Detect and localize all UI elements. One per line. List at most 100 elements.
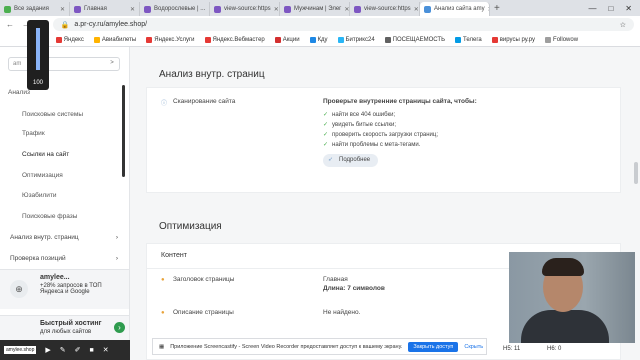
check-icon: ✓ xyxy=(323,132,329,138)
play-icon[interactable]: ▶ xyxy=(45,346,50,354)
sidebar-item-search-phrases[interactable]: Поисковые фразы xyxy=(22,213,77,220)
check-text: найти все 404 ошибки; xyxy=(332,112,396,118)
sidebar-section-head[interactable]: Анализ xyxy=(8,89,30,96)
page-scrollbar[interactable] xyxy=(634,162,638,184)
sidebar-scrollbar[interactable] xyxy=(122,85,125,177)
bookmark-item[interactable]: Яндекс.Вебмастер xyxy=(204,36,265,43)
tab-all-tasks[interactable]: Все задания ✕ xyxy=(0,2,70,16)
tab-title: view-source:https xyxy=(224,6,271,12)
back-button[interactable]: ← xyxy=(6,20,14,29)
chevron-right-icon: › xyxy=(115,234,118,241)
bookmark-icon xyxy=(204,36,211,43)
sidebar-item-search-engines[interactable]: Поисковые системы xyxy=(22,111,83,118)
annotation-toolbar: amylee.shop ▶ ✎ ✐ ■ ✕ xyxy=(0,340,130,360)
bookmark-item[interactable]: Авиабилеты xyxy=(93,36,137,43)
address-bar[interactable]: 🔒 a.pr-cy.ru/amylee.shop/ ☆ xyxy=(52,18,634,31)
bookmark-label: Авиабилеты xyxy=(101,36,137,43)
check-text: увидеть битые ссылки; xyxy=(332,122,397,128)
tab-site-analysis[interactable]: Анализ сайта amy✕ xyxy=(420,2,490,16)
tab-algae[interactable]: Водорослевые | ...✕ xyxy=(140,2,210,16)
bookmark-icon xyxy=(491,36,498,43)
search-go-button[interactable]: > xyxy=(107,60,117,68)
promo-title: Быстрый хостинг xyxy=(40,320,102,327)
bookmark-item[interactable]: Followow xyxy=(545,36,578,43)
close-tab-icon[interactable]: ✕ xyxy=(414,6,419,13)
bookmark-item[interactable]: Телега xyxy=(455,36,482,43)
bookmark-icon xyxy=(274,36,281,43)
camera-icon[interactable]: ■ xyxy=(90,347,94,354)
browser-toolbar: ← → ↻ 🔒 a.pr-cy.ru/amylee.shop/ ☆ xyxy=(0,16,640,33)
sidebar-search-input[interactable]: am > xyxy=(8,57,120,71)
sidebar-item-traffic[interactable]: Трафик xyxy=(22,130,45,137)
sidebar-item-positions[interactable]: Проверка позиций › xyxy=(10,255,118,262)
tab-title: Мужчинам | Элег xyxy=(294,6,342,12)
tab-title: Анализ сайта amy xyxy=(434,6,485,12)
bookmark-item[interactable]: Акции xyxy=(274,36,300,43)
tab-title: Главная xyxy=(84,6,107,12)
close-tab-icon[interactable]: ✕ xyxy=(130,6,135,13)
pen-icon[interactable]: ✎ xyxy=(60,346,66,354)
more-button[interactable]: ➶ Подробнее xyxy=(323,154,379,167)
promo-card-1[interactable]: ⊕ amylee... +28% запросов в ТОП Яндекса … xyxy=(0,269,129,309)
check-icon: ✓ xyxy=(323,142,329,148)
list-item: ✓ увидеть битые ссылки; xyxy=(323,120,438,130)
title-row-length: Длина: 7 символов xyxy=(323,285,385,292)
hide-notice-button[interactable]: Скрыть xyxy=(464,344,483,350)
description-row-label: Описание страницы xyxy=(173,309,234,316)
stop-sharing-button[interactable]: Закрыть доступ xyxy=(408,341,459,352)
tab-men[interactable]: Мужчинам | Элег ✕ xyxy=(280,2,350,16)
bookmark-label: Яндекс.Услуги xyxy=(154,36,195,43)
close-icon[interactable]: ✕ xyxy=(103,346,109,354)
bookmark-item[interactable]: ПОСЕЩАЕМОСТЬ xyxy=(384,36,445,43)
sidebar-item-usability[interactable]: Юзабилити xyxy=(22,192,57,199)
bookmark-label: Яндекс.Вебмастер xyxy=(212,36,265,43)
chevron-right-icon: › xyxy=(115,255,118,262)
bookmark-label: Акции xyxy=(282,36,300,43)
section-title-internal-pages: Анализ внутр. страниц xyxy=(159,69,265,80)
bookmarks-bar: Се Яндекс Авиабилеты Яндекс.Услуги Яндек… xyxy=(0,33,640,47)
tab-favicon-icon xyxy=(354,5,361,13)
tab-title: Все задания xyxy=(14,6,49,12)
arrow-right-icon[interactable]: › xyxy=(114,322,125,333)
check-icon: ✓ xyxy=(323,112,329,118)
warning-icon: ● xyxy=(161,277,165,283)
webcam-person-hair xyxy=(542,258,584,276)
tab-view-source-2[interactable]: view-source:https ✕ xyxy=(350,2,420,16)
tab-home[interactable]: Главная ✕ xyxy=(70,2,140,16)
promo-card-2[interactable]: Быстрый хостинг для любых сайтов › xyxy=(0,315,129,340)
sidebar-item-internal-pages[interactable]: Анализ внутр. страниц › xyxy=(10,234,118,241)
bookmark-item[interactable]: вирусы ру.ру xyxy=(491,36,536,43)
sidebar-item-backlinks[interactable]: Ссылки на сайт xyxy=(22,151,69,158)
title-row-label: Заголовок страницы xyxy=(173,276,235,283)
warning-icon: ● xyxy=(161,310,165,316)
bookmark-item[interactable]: Яндекс.Услуги xyxy=(146,36,195,43)
promo-logo-icon: ⊕ xyxy=(10,280,28,298)
close-window-button[interactable]: ✕ xyxy=(625,2,632,16)
new-tab-button[interactable]: + xyxy=(490,2,504,16)
bookmark-icon xyxy=(146,36,153,43)
lock-icon: 🔒 xyxy=(60,21,70,29)
url-text: a.pr-cy.ru/amylee.shop/ xyxy=(74,21,148,28)
highlighter-icon[interactable]: ✐ xyxy=(75,346,81,354)
bookmark-item[interactable]: Кду xyxy=(309,36,328,43)
tab-favicon-icon xyxy=(424,5,431,13)
star-icon[interactable]: ☆ xyxy=(620,21,626,29)
sidebar-item-optimization[interactable]: Оптимизация xyxy=(22,172,63,179)
bookmark-item[interactable]: Яндекс xyxy=(55,36,84,43)
bookmark-item[interactable]: Битрикс24 xyxy=(337,36,375,43)
close-tab-icon[interactable]: ✕ xyxy=(60,6,65,13)
maximize-button[interactable]: □ xyxy=(608,2,613,16)
check-title: Проверьте внутренние страницы сайта, что… xyxy=(323,98,477,105)
tab-title: view-source:https xyxy=(364,6,411,12)
notice-text: Приложение Screencastify - Screen Video … xyxy=(170,343,403,350)
minimize-button[interactable]: — xyxy=(588,2,596,16)
check-icon: ✓ xyxy=(323,122,329,128)
volume-indicator: 100 xyxy=(27,20,49,90)
tab-view-source-1[interactable]: view-source:https ✕ xyxy=(210,2,280,16)
bookmark-label: вирусы ру.ру xyxy=(499,36,536,43)
close-tab-icon[interactable]: ✕ xyxy=(344,6,349,13)
tab-favicon-icon xyxy=(4,5,11,13)
info-icon: ⓘ xyxy=(161,101,168,107)
sidebar-item-label: Анализ внутр. страниц xyxy=(10,234,79,241)
close-tab-icon[interactable]: ✕ xyxy=(274,6,279,13)
